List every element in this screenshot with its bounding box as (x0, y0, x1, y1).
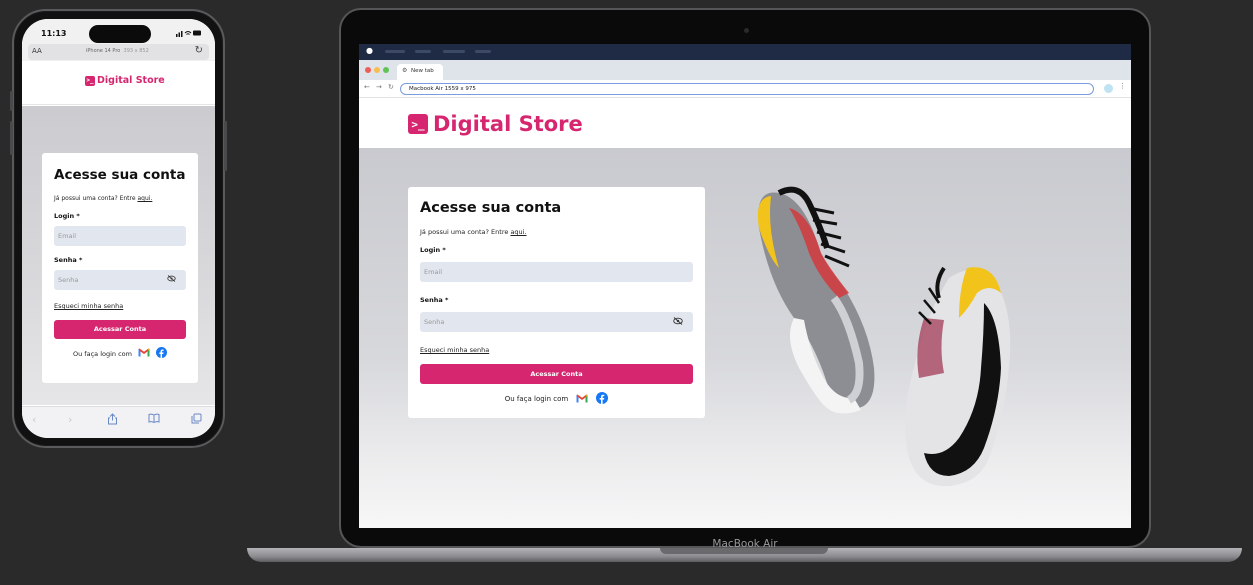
eye-off-icon[interactable] (167, 275, 176, 284)
signup-link[interactable]: aqui. (137, 195, 152, 202)
tab-gear-icon: ⚙ (402, 67, 408, 74)
email-field[interactable]: Email (54, 226, 186, 246)
submit-button[interactable]: Acessar Conta (420, 364, 693, 384)
reload-icon[interactable]: ↻ (388, 83, 394, 91)
sneakers-image (757, 186, 1011, 487)
brand-logo[interactable]: >_ Digital Store (408, 112, 583, 136)
login-section: Acesse sua conta Já possui uma conta? En… (22, 106, 215, 405)
password-label: Senha * (54, 256, 83, 264)
sneaker-right (905, 266, 1011, 487)
minimize-window-icon[interactable] (374, 67, 380, 73)
social-login-label: Ou faça login com (504, 395, 569, 403)
browser-tab-bar: ⚙ New tab (359, 60, 1131, 80)
brand-name: Digital Store (433, 112, 583, 136)
phone-status-bar: 11:13 AA iPhone 14 Pro 393 x 852 ↻ (22, 19, 215, 61)
back-icon[interactable]: ‹ (32, 413, 36, 426)
close-window-icon[interactable] (365, 67, 371, 73)
phone-time: 11:13 (41, 29, 67, 38)
url-input[interactable]: Macbook Air 1559 x 975 (400, 83, 1094, 95)
login-card: Acesse sua conta Já possui uma conta? En… (42, 153, 198, 383)
menu-item[interactable] (443, 50, 465, 53)
text-size-button[interactable]: AA (32, 47, 42, 55)
eye-off-icon[interactable] (673, 317, 683, 327)
phone-safari-toolbar: ‹ › (22, 406, 215, 438)
terminal-prompt-icon: >_ (85, 75, 95, 86)
more-menu-icon[interactable]: ⋮ (1119, 82, 1126, 90)
laptop-base (247, 548, 1242, 562)
laptop-screen: ● ⚙ New tab ← → ↻ Macbook Air 1559 x 975… (359, 44, 1131, 528)
gmail-icon[interactable] (576, 394, 588, 405)
menu-item[interactable] (385, 50, 405, 53)
password-field[interactable]: Senha (420, 312, 693, 332)
browser-tab[interactable]: ⚙ New tab (397, 64, 443, 80)
email-field[interactable]: Email (420, 262, 693, 282)
login-subtitle: Já possui uma conta? Entre aqui. (54, 195, 153, 202)
profile-avatar[interactable] (1104, 84, 1113, 93)
login-card: Acesse sua conta Já possui uma conta? En… (408, 187, 705, 418)
share-icon[interactable] (107, 413, 118, 428)
social-login: Ou faça login com (420, 392, 693, 406)
forward-icon[interactable]: › (68, 413, 72, 426)
forward-icon[interactable]: → (376, 83, 382, 91)
phone-side-button (10, 91, 13, 111)
menu-item[interactable] (415, 50, 431, 53)
phone-power-button (224, 121, 227, 171)
brand-logo[interactable]: >_ Digital Store (85, 75, 165, 86)
login-label: Login * (54, 212, 80, 220)
dynamic-island (89, 25, 151, 43)
site-header: >_ Digital Store (359, 98, 1131, 148)
apple-icon[interactable]: ● (366, 46, 373, 55)
back-icon[interactable]: ← (364, 83, 370, 91)
phone-volume-button (10, 121, 13, 155)
mac-menu-bar: ● (359, 44, 1131, 60)
macbook-mockup: ● ⚙ New tab ← → ↻ Macbook Air 1559 x 975… (339, 8, 1151, 550)
forgot-password-link[interactable]: Esqueci minha senha (420, 346, 693, 354)
bookmarks-icon[interactable] (148, 413, 160, 426)
phone-screen: 11:13 AA iPhone 14 Pro 393 x 852 ↻ >_ Di… (22, 19, 215, 438)
tabs-icon[interactable] (191, 413, 202, 427)
sneaker-left (757, 186, 875, 414)
login-subtitle: Já possui uma conta? Entre aqui. (420, 228, 527, 236)
brand-name: Digital Store (97, 75, 165, 86)
login-title: Acesse sua conta (420, 200, 562, 216)
webcam (744, 28, 749, 33)
social-login: Ou faça login com (54, 347, 186, 360)
password-label: Senha * (420, 296, 449, 304)
login-section: Acesse sua conta Já possui uma conta? En… (359, 148, 1131, 528)
social-login-label: Ou faça login com (73, 349, 132, 358)
menu-item[interactable] (475, 50, 491, 53)
maximize-window-icon[interactable] (383, 67, 389, 73)
tab-title: New tab (411, 68, 434, 74)
signal-wifi-battery-icon (176, 29, 202, 39)
browser-address-bar: ← → ↻ Macbook Air 1559 x 975 ⋮ (359, 80, 1131, 98)
gmail-icon[interactable] (138, 348, 150, 359)
site-header: >_ Digital Store (22, 61, 215, 105)
reload-icon[interactable]: ↻ (195, 45, 203, 56)
terminal-prompt-icon: >_ (408, 114, 428, 134)
signup-link[interactable]: aqui. (510, 228, 526, 236)
password-field[interactable]: Senha (54, 270, 186, 290)
laptop-base-notch (660, 548, 828, 554)
facebook-icon[interactable] (596, 392, 609, 406)
phone-url-text: iPhone 14 Pro 393 x 852 (86, 48, 149, 54)
submit-button[interactable]: Acessar Conta (54, 320, 186, 339)
forgot-password-link[interactable]: Esqueci minha senha (54, 302, 186, 310)
login-label: Login * (420, 246, 446, 254)
facebook-icon[interactable] (155, 347, 167, 360)
login-title: Acesse sua conta (54, 167, 186, 183)
phone-url-bar[interactable]: AA iPhone 14 Pro 393 x 852 ↻ (28, 44, 209, 60)
iphone-mockup: 11:13 AA iPhone 14 Pro 393 x 852 ↻ >_ Di… (10, 9, 227, 448)
